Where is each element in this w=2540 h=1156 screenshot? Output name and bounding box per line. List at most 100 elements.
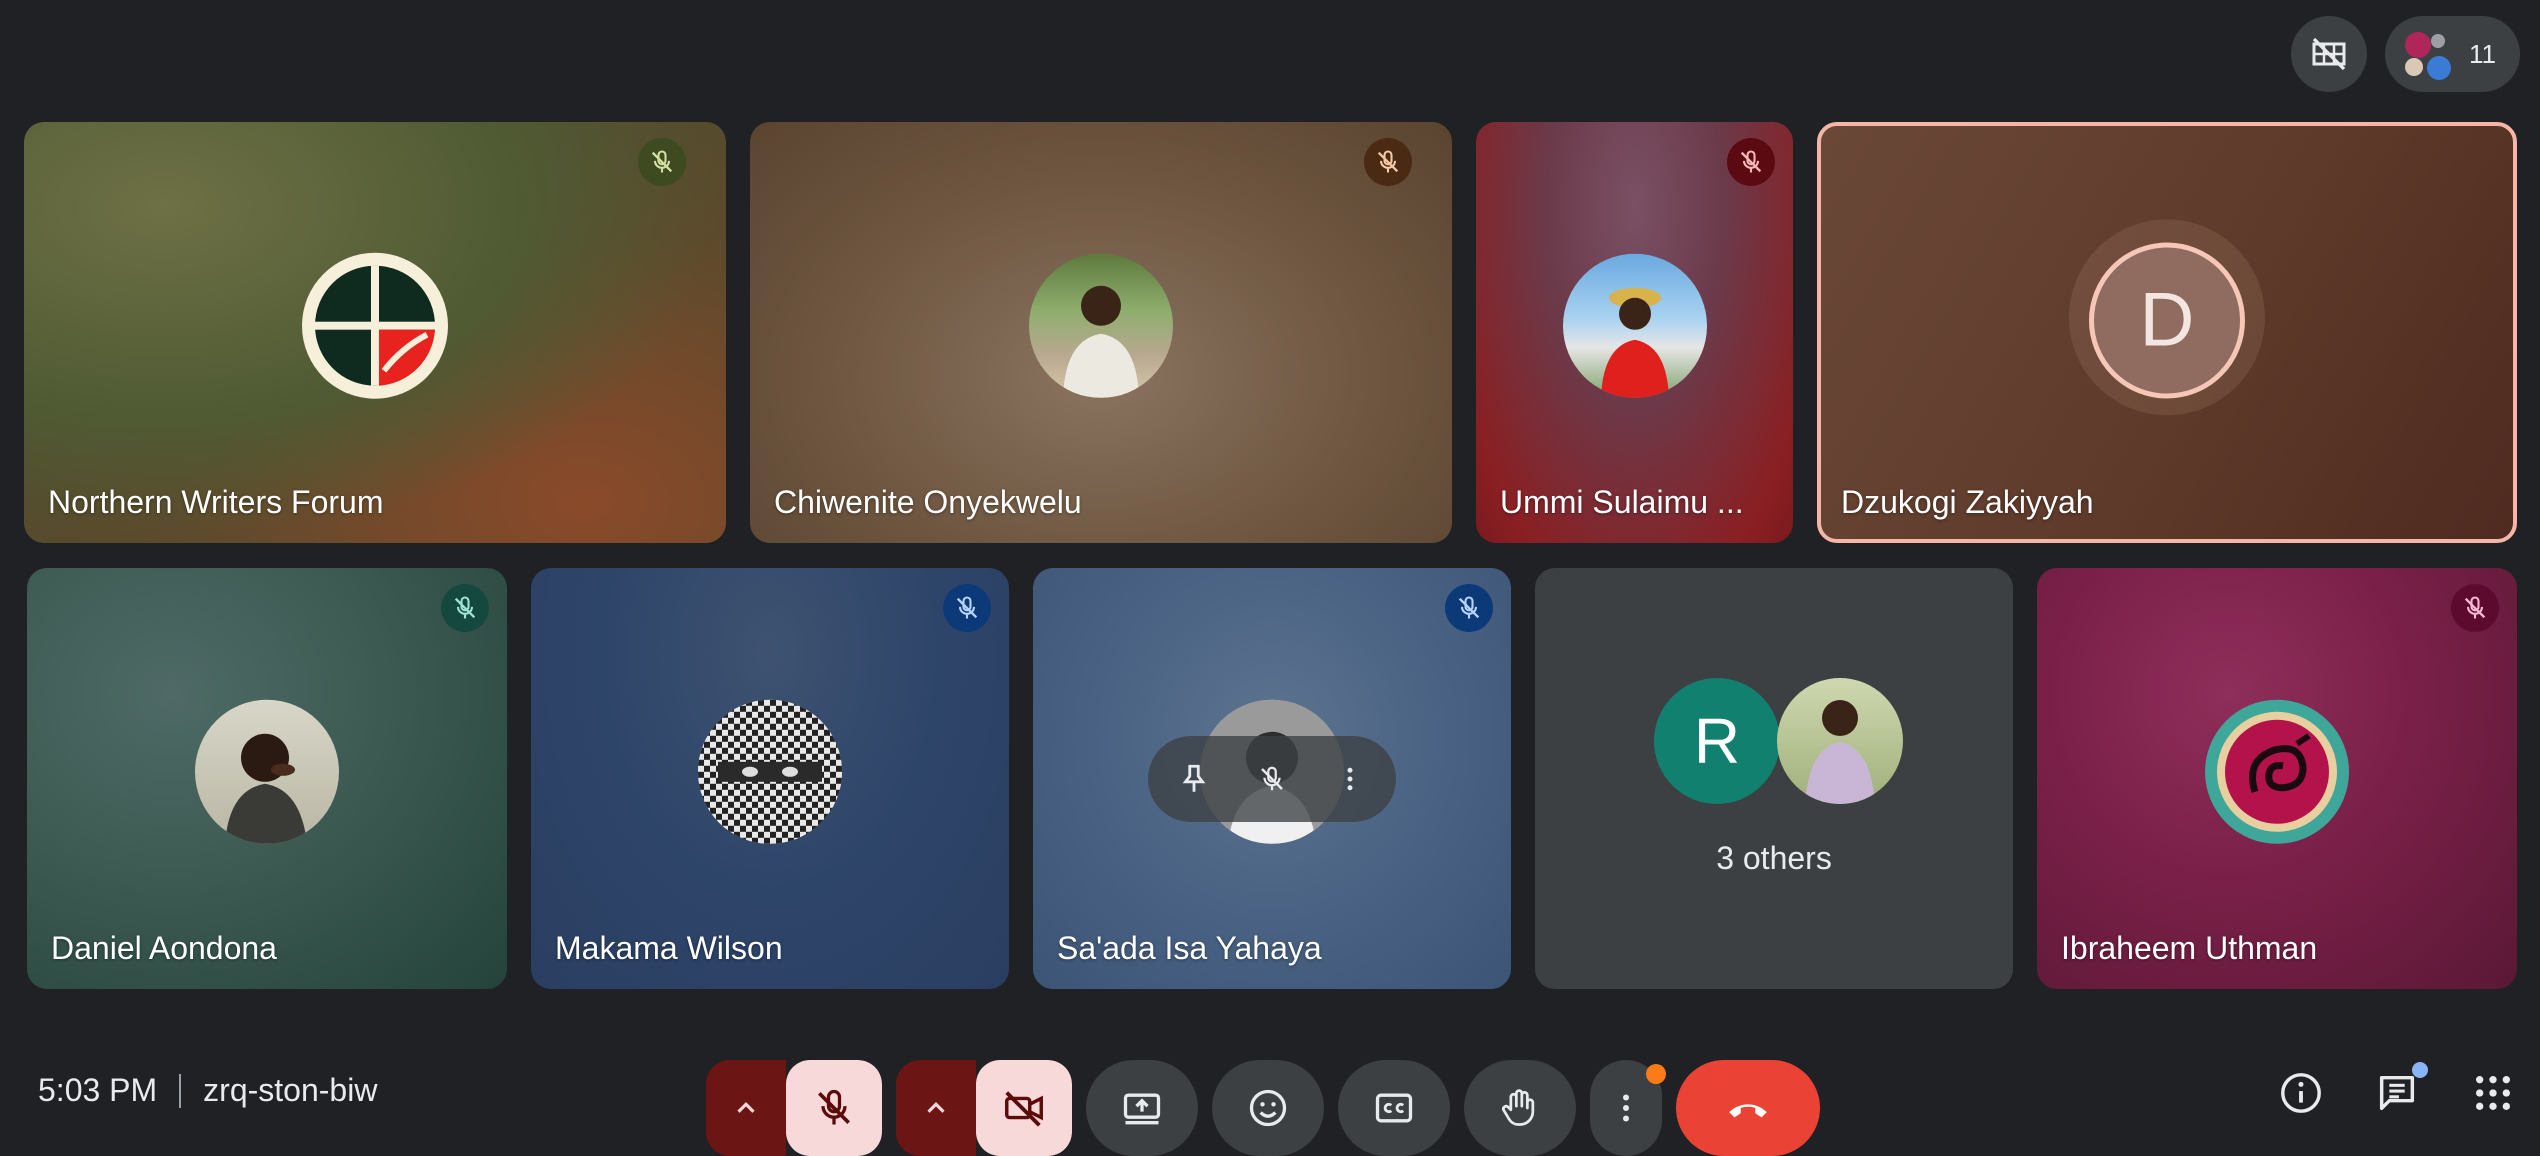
meeting-details: 5:03 PM zrq-ston-biw [38, 1072, 377, 1109]
meeting-info-button[interactable] [2276, 1068, 2326, 1118]
mic-off-icon [1740, 150, 1762, 173]
participant-tile[interactable]: Northern Writers Forum [24, 122, 726, 543]
mic-control-group [706, 1060, 882, 1156]
meeting-code: zrq-ston-biw [203, 1072, 378, 1108]
tile-hover-toolbar [1148, 736, 1396, 822]
participant-name: Makama Wilson [555, 930, 783, 966]
mic-toggle-button[interactable] [786, 1060, 882, 1156]
raise-hand-icon [1502, 1089, 1535, 1126]
avatar: D [2089, 242, 2245, 399]
mic-off-icon [2464, 596, 2486, 619]
more-vert-icon [1347, 767, 1353, 791]
captions-button[interactable] [1338, 1060, 1450, 1156]
participant-name: Northern Writers Forum [48, 484, 384, 520]
more-icon [1623, 1094, 1629, 1122]
avatar [2205, 699, 2349, 844]
call-controls [706, 1060, 1820, 1156]
mic-off-icon [956, 596, 978, 619]
info-icon [2281, 1073, 2321, 1113]
person-photo [698, 699, 842, 844]
mic-off-icon [1261, 766, 1283, 791]
participant-name: Chiwenite Onyekwelu [774, 484, 1082, 520]
participant-name: Sa'ada Isa Yahaya [1057, 930, 1322, 966]
avatar [1029, 253, 1173, 398]
muted-indicator [638, 138, 686, 186]
participant-count: 11 [2469, 38, 2496, 69]
more-options-button[interactable] [1330, 759, 1370, 799]
chevron-up-icon [927, 1102, 945, 1113]
mic-off-icon [1377, 150, 1399, 173]
avatar-initial: D [2139, 277, 2195, 363]
current-time: 5:03 PM [38, 1072, 158, 1108]
participant-tile[interactable]: Chiwenite Onyekwelu [750, 122, 1452, 543]
chevron-up-icon [737, 1102, 755, 1113]
participant-tile[interactable]: Ummi Sulaimu ... [1476, 122, 1793, 543]
participants-icon [2403, 30, 2453, 82]
pin-icon [1182, 764, 1206, 792]
participant-tile[interactable]: Daniel Aondona [27, 568, 507, 989]
participant-tile[interactable]: Makama Wilson [531, 568, 1009, 989]
present-button[interactable] [1086, 1060, 1198, 1156]
participant-tile-hovered[interactable]: Sa'ada Isa Yahaya [1033, 568, 1511, 989]
participant-name: Daniel Aondona [51, 930, 277, 966]
avatar [698, 699, 842, 844]
person-photo [225, 733, 307, 844]
camera-toggle-button[interactable] [976, 1060, 1072, 1156]
muted-indicator [1364, 138, 1412, 186]
audio-settings-button[interactable] [706, 1060, 786, 1156]
participant-name: Dzukogi Zakiyyah [1841, 484, 2094, 520]
leave-call-button[interactable] [1676, 1060, 1820, 1156]
others-label: 3 others [1716, 840, 1832, 876]
divider [179, 1073, 182, 1108]
chat-button[interactable] [2372, 1062, 2428, 1118]
others-avatar-photo [1777, 678, 1903, 804]
participant-name: Ibraheem Uthman [2061, 930, 2318, 966]
muted-indicator [1727, 138, 1775, 186]
emoji-icon [1249, 1089, 1287, 1127]
person-photo [1600, 287, 1669, 398]
avatar [1562, 253, 1707, 398]
person-photo [1805, 700, 1875, 804]
others-avatar-initial: R [1654, 678, 1780, 804]
muted-indicator [943, 584, 991, 632]
chat-icon [2379, 1075, 2415, 1111]
video-settings-button[interactable] [896, 1060, 976, 1156]
raise-hand-button[interactable] [1464, 1060, 1576, 1156]
camera-control-group [896, 1060, 1072, 1156]
person-photo [1063, 285, 1139, 398]
participant-tile[interactable]: Ibraheem Uthman [2037, 568, 2517, 989]
forum-logo [315, 265, 435, 386]
participant-name: Ummi Sulaimu ... [1500, 484, 1744, 520]
present-icon [1123, 1093, 1161, 1125]
activities-button[interactable] [2468, 1068, 2518, 1118]
hide-tiles-icon [2312, 37, 2346, 71]
muted-indicator [441, 584, 489, 632]
muted-indicator [1445, 584, 1493, 632]
mic-off-icon [454, 596, 476, 619]
mute-participant-button[interactable] [1252, 759, 1292, 799]
captions-icon [1375, 1093, 1413, 1123]
top-right-controls: 11 [2291, 16, 2520, 92]
activities-icon [2476, 1076, 2510, 1110]
pin-button[interactable] [1174, 759, 1214, 799]
reactions-button[interactable] [1212, 1060, 1324, 1156]
participant-tile-active-speaker[interactable]: D Dzukogi Zakiyyah [1817, 122, 2517, 543]
mic-off-icon [1458, 596, 1480, 619]
emblem-logo [2207, 701, 2347, 842]
side-panel-controls [2276, 1062, 2518, 1118]
muted-indicator [2451, 584, 2499, 632]
avatar [302, 252, 448, 399]
more-options-button[interactable] [1590, 1060, 1666, 1156]
end-call-icon [1729, 1104, 1767, 1118]
control-bar: 5:03 PM zrq-ston-biw [0, 1038, 2540, 1156]
mic-off-icon [651, 150, 673, 173]
camera-off-icon [1005, 1091, 1043, 1127]
chat-unread-dot [2412, 1062, 2428, 1078]
participants-button[interactable]: 11 [2385, 16, 2520, 92]
notification-dot [1646, 1064, 1666, 1084]
mic-off-icon [818, 1089, 850, 1125]
avatar [195, 699, 339, 844]
others-tile[interactable]: R 3 others [1535, 568, 2013, 989]
avatar-initial: R [1693, 705, 1741, 777]
hide-tiles-button[interactable] [2291, 16, 2367, 92]
